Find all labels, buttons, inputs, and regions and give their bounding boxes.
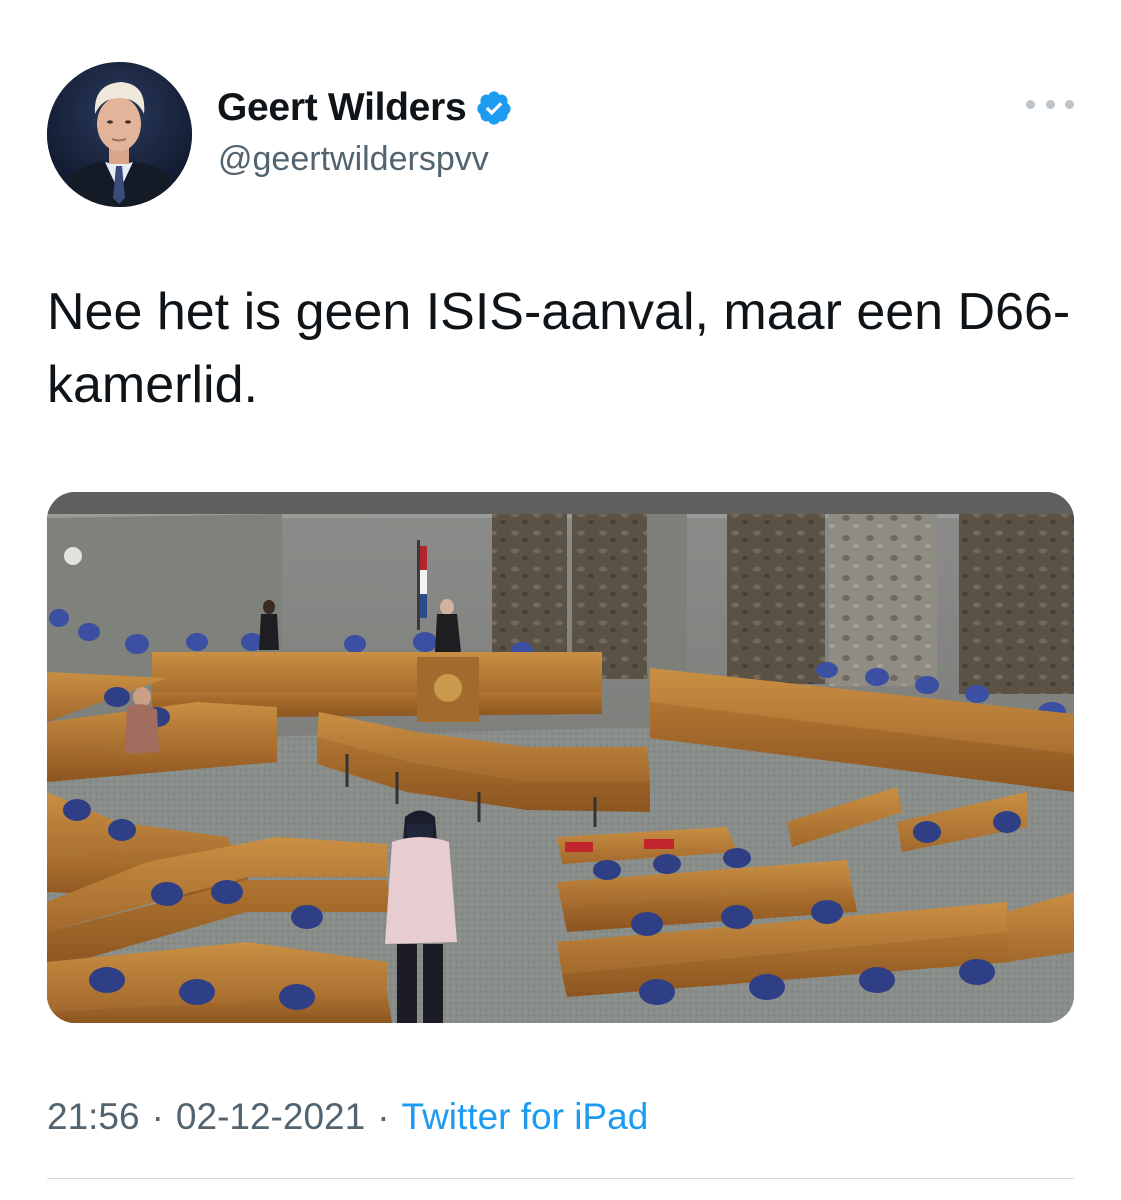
more-dot (1045, 99, 1055, 109)
separator-dot: · (151, 1096, 164, 1137)
more-dot (1026, 99, 1035, 109)
more-dot (1065, 99, 1074, 109)
avatar[interactable] (47, 62, 192, 207)
avatar-photo-icon (47, 62, 192, 207)
author-handle[interactable]: @geertwilderspvv (218, 140, 489, 179)
tweet-card: Geert Wilders @geertwilderspvv Nee het i… (0, 0, 1121, 1200)
divider (47, 1178, 1074, 1179)
tweet-time[interactable]: 21:56 (47, 1096, 140, 1137)
author-name[interactable]: Geert Wilders (217, 86, 467, 130)
more-options-icon[interactable] (1026, 92, 1074, 116)
separator-dot-2: · (377, 1096, 390, 1137)
tweet-text: Nee het is geen ISIS-aanval, maar een D6… (47, 283, 1071, 414)
tweet-meta: 21:56 · 02-12-2021 · Twitter for iPad (47, 1096, 648, 1138)
tweet-photo[interactable] (47, 492, 1074, 1023)
author-name-row[interactable]: Geert Wilders (217, 84, 513, 132)
tweet-date[interactable]: 02-12-2021 (176, 1096, 365, 1137)
tweet-source-link[interactable]: Twitter for iPad (402, 1096, 649, 1137)
parliament-chamber-photo-icon (47, 492, 1074, 1023)
verified-badge-icon (477, 91, 511, 125)
